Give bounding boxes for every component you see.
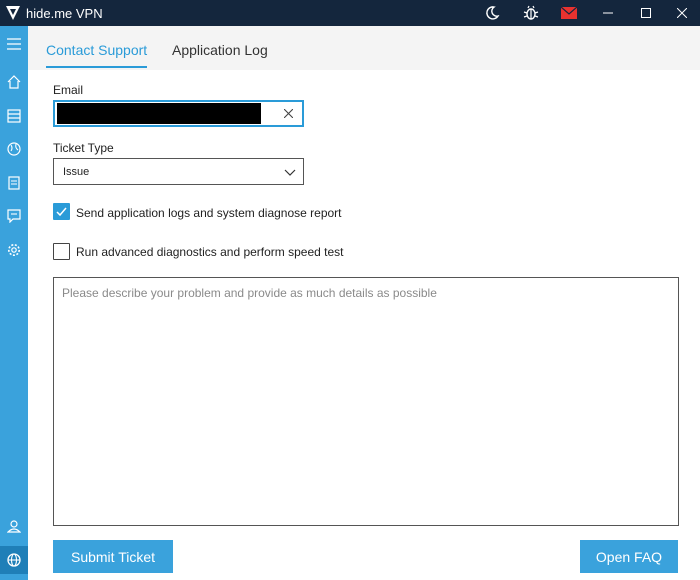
tab-bar: Contact Support Application Log [28,26,700,70]
submit-ticket-button[interactable]: Submit Ticket [53,540,173,573]
description-textarea[interactable]: Please describe your problem and provide… [53,277,679,526]
diagnostics-label[interactable]: Run advanced diagnostics and perform spe… [76,245,344,259]
chevron-down-icon [283,165,297,179]
hideme-logo-icon [4,4,22,22]
close-icon[interactable] [664,0,700,26]
send-logs-checkbox[interactable] [53,203,70,220]
diagnostics-checkbox[interactable] [53,243,70,260]
active-tab-indicator [46,66,147,68]
window-title: hide.me VPN [26,5,103,21]
home-icon[interactable] [0,68,28,96]
minimize-icon[interactable] [590,0,626,26]
server-list-icon[interactable] [0,102,28,130]
user-icon[interactable] [0,512,28,540]
ticket-type-select[interactable]: Issue [53,158,304,185]
maximize-icon[interactable] [628,0,664,26]
language-globe-icon[interactable] [0,546,28,574]
bug-icon[interactable] [513,0,549,26]
globe-icon[interactable] [0,135,28,163]
open-faq-button[interactable]: Open FAQ [580,540,678,573]
tab-contact-support[interactable]: Contact Support [46,42,147,58]
clear-icon[interactable] [280,105,296,121]
gear-icon[interactable] [0,236,28,264]
description-placeholder: Please describe your problem and provide… [62,286,437,300]
main-content: Contact Support Application Log Email Ti… [28,26,700,580]
sidebar [0,26,28,580]
check-icon [56,207,67,217]
mail-icon[interactable] [551,0,587,26]
send-logs-label[interactable]: Send application logs and system diagnos… [76,206,342,220]
ticket-type-label: Ticket Type [53,141,114,155]
tab-application-log[interactable]: Application Log [172,42,268,58]
email-redacted-value [57,103,261,124]
email-field[interactable] [53,100,304,127]
support-chat-icon[interactable] [0,202,28,230]
ticket-type-value: Issue [63,166,90,178]
moon-icon[interactable] [474,0,510,26]
title-bar: hide.me VPN [0,0,700,26]
email-label: Email [53,83,84,97]
document-icon[interactable] [0,169,28,197]
menu-icon[interactable] [0,30,28,58]
